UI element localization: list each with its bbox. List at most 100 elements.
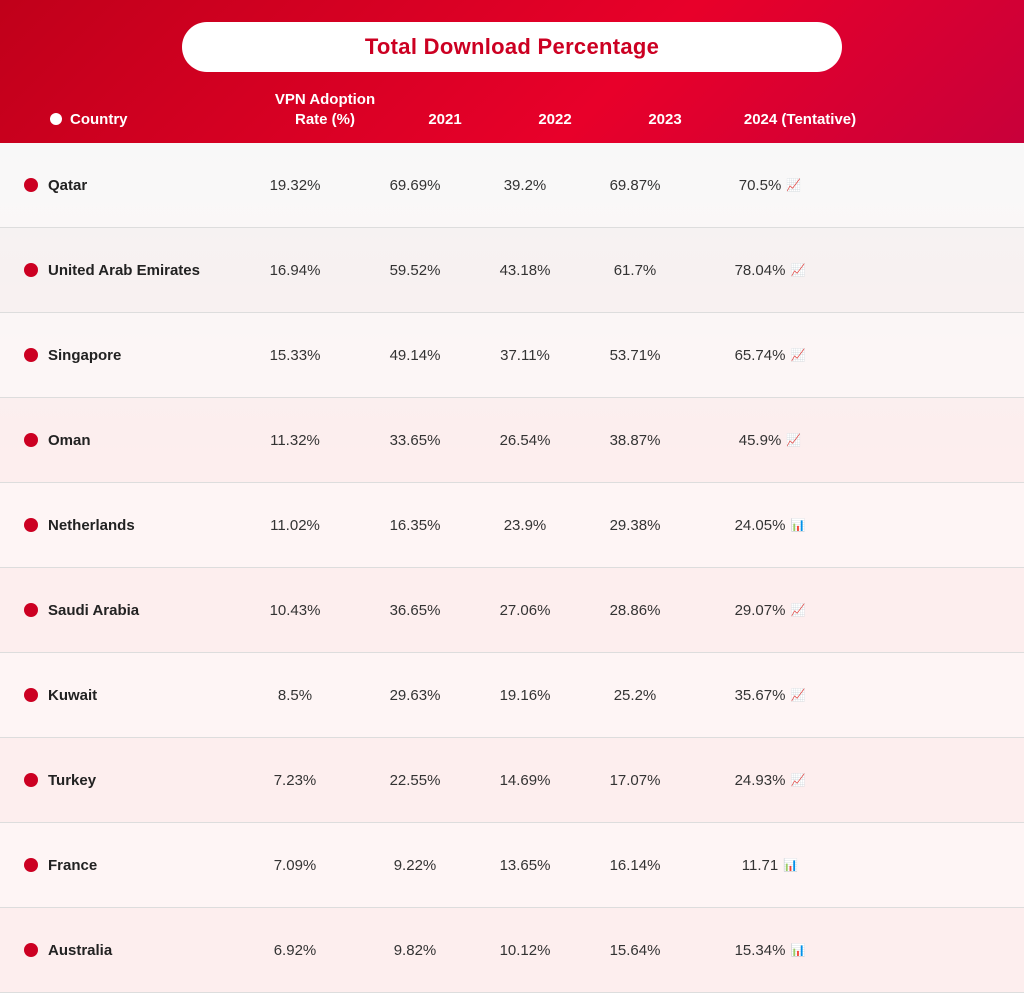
col-header-country: Country — [40, 110, 260, 130]
y2024-cell: 45.9%📈 — [690, 418, 850, 463]
y2023-cell: 17.07% — [580, 758, 690, 803]
y2022-cell: 10.12% — [470, 928, 580, 973]
vpn-adoption-cell: 19.32% — [230, 163, 360, 208]
table-row: France7.09%9.22%13.65%16.14%11.71📊 — [0, 823, 1024, 908]
country-cell: France — [10, 843, 230, 888]
country-name: United Arab Emirates — [48, 262, 200, 279]
y2024-value: 15.34% — [735, 942, 786, 959]
column-headers: Country VPN Adoption Rate (%) 2021 2022 … — [30, 90, 994, 143]
country-name: Qatar — [48, 177, 87, 194]
trend-flat-icon: 📊 — [790, 943, 805, 957]
vpn-adoption-cell: 11.32% — [230, 418, 360, 463]
y2021-cell: 9.82% — [360, 928, 470, 973]
y2024-cell: 70.5%📈 — [690, 163, 850, 208]
vpn-adoption-cell: 7.09% — [230, 843, 360, 888]
country-cell: Oman — [10, 418, 230, 463]
y2021-cell: 22.55% — [360, 758, 470, 803]
table-row: Australia6.92%9.82%10.12%15.64%15.34%📊 — [0, 908, 1024, 993]
y2021-cell: 9.22% — [360, 843, 470, 888]
col-header-2022: 2022 — [500, 110, 610, 130]
country-cell: Saudi Arabia — [10, 588, 230, 633]
country-name: Singapore — [48, 347, 121, 364]
y2023-cell: 28.86% — [580, 588, 690, 633]
y2024-cell: 65.74% 📈 — [690, 333, 850, 378]
col-header-2024: 2024 (Tentative) — [720, 110, 880, 130]
y2024-value: 65.74% — [735, 347, 786, 364]
table-container: Total Download Percentage Country VPN Ad… — [0, 0, 1024, 993]
vpn-adoption-cell: 11.02% — [230, 503, 360, 548]
y2022-cell: 37.11% — [470, 333, 580, 378]
country-dot — [24, 433, 38, 447]
country-dot — [24, 603, 38, 617]
trend-up-icon: 📈 — [790, 773, 805, 787]
table-row: Kuwait 8.5%29.63%19.16%25.2% 35.67% 📈 — [0, 653, 1024, 738]
trend-flat-icon: 📊 — [783, 858, 798, 872]
vpn-adoption-cell: 16.94% — [230, 248, 360, 293]
vpn-adoption-cell: 15.33% — [230, 333, 360, 378]
country-dot — [24, 858, 38, 872]
vpn-adoption-cell: 8.5% — [230, 673, 360, 718]
country-cell: Singapore — [10, 333, 230, 378]
trend-up-icon: 📈 — [790, 688, 805, 702]
country-dot — [24, 348, 38, 362]
y2021-cell: 16.35% — [360, 503, 470, 548]
country-dot — [24, 773, 38, 787]
y2023-cell: 69.87% — [580, 163, 690, 208]
y2024-cell: 11.71 📊 — [690, 843, 850, 888]
country-dot-header — [50, 113, 62, 125]
vpn-adoption-cell: 10.43% — [230, 588, 360, 633]
country-name: Australia — [48, 942, 112, 959]
header-section: Total Download Percentage Country VPN Ad… — [0, 0, 1024, 143]
y2024-cell: 29.07% 📈 — [690, 588, 850, 633]
country-cell: Netherlands — [10, 503, 230, 548]
y2021-cell: 33.65% — [360, 418, 470, 463]
y2024-cell: 78.04%📈 — [690, 248, 850, 293]
country-cell: Turkey — [10, 758, 230, 803]
country-name: Kuwait — [48, 687, 97, 704]
y2022-cell: 26.54% — [470, 418, 580, 463]
table-body: Qatar19.32%69.69%39.2%69.87%70.5%📈United… — [0, 143, 1024, 993]
y2024-value: 78.04% — [735, 262, 786, 279]
country-cell: Kuwait — [10, 673, 230, 718]
trend-up-icon: 📈 — [790, 348, 805, 362]
y2024-cell: 35.67% 📈 — [690, 673, 850, 718]
country-name: Netherlands — [48, 517, 135, 534]
y2024-value: 11.71 — [742, 857, 778, 874]
y2022-cell: 27.06% — [470, 588, 580, 633]
trend-flat-icon: 📊 — [790, 518, 805, 532]
y2021-cell: 29.63% — [360, 673, 470, 718]
y2024-value: 29.07% — [735, 602, 786, 619]
trend-up-icon: 📈 — [790, 603, 805, 617]
y2022-cell: 19.16% — [470, 673, 580, 718]
y2021-cell: 59.52% — [360, 248, 470, 293]
y2022-cell: 43.18% — [470, 248, 580, 293]
y2024-cell: 24.93%📈 — [690, 758, 850, 803]
y2021-cell: 69.69% — [360, 163, 470, 208]
y2023-cell: 25.2% — [580, 673, 690, 718]
table-row: Saudi Arabia10.43%36.65%27.06%28.86%29.0… — [0, 568, 1024, 653]
country-dot — [24, 518, 38, 532]
country-dot — [24, 943, 38, 957]
country-cell: Australia — [10, 928, 230, 973]
country-name: Oman — [48, 432, 91, 449]
country-name: Turkey — [48, 772, 96, 789]
vpn-adoption-cell: 6.92% — [230, 928, 360, 973]
col-header-vpn: VPN Adoption Rate (%) — [260, 90, 390, 129]
country-name: France — [48, 857, 97, 874]
y2021-cell: 49.14% — [360, 333, 470, 378]
y2024-cell: 24.05%📊 — [690, 503, 850, 548]
y2022-cell: 14.69% — [470, 758, 580, 803]
vpn-adoption-cell: 7.23% — [230, 758, 360, 803]
trend-up-icon: 📈 — [786, 433, 801, 447]
y2024-value: 35.67% — [735, 687, 786, 704]
country-name: Saudi Arabia — [48, 602, 139, 619]
country-cell: Qatar — [10, 163, 230, 208]
y2024-cell: 15.34% 📊 — [690, 928, 850, 973]
country-dot — [24, 263, 38, 277]
y2022-cell: 39.2% — [470, 163, 580, 208]
y2024-value: 70.5% — [739, 177, 782, 194]
y2023-cell: 53.71% — [580, 333, 690, 378]
y2022-cell: 23.9% — [470, 503, 580, 548]
y2023-cell: 61.7% — [580, 248, 690, 293]
table-row: Singapore 15.33%49.14%37.11%53.71% 65.74% 📈 — [0, 313, 1024, 398]
